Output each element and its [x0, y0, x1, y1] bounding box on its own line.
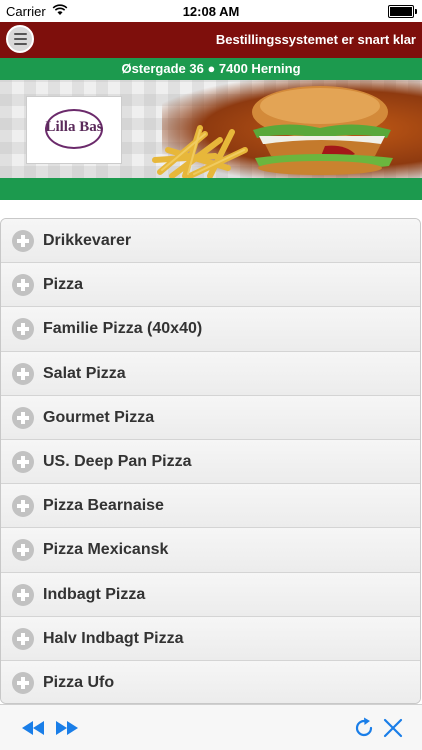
category-item[interactable]: Familie Pizza (40x40)	[1, 307, 420, 352]
clock: 12:08 AM	[182, 4, 240, 19]
category-item[interactable]: Pizza Mexicansk	[1, 528, 420, 573]
logo-text: Lilla Bas	[45, 119, 103, 135]
banner: Lilla Bas	[0, 80, 422, 178]
category-item[interactable]: Pizza	[1, 263, 420, 308]
status-bar: Carrier 12:08 AM	[0, 0, 422, 22]
address-bar: Østergade 36 ● 7400 Herning	[0, 58, 422, 80]
reload-icon[interactable]	[352, 716, 376, 740]
category-label: Familie Pizza (40x40)	[43, 320, 203, 338]
category-list: Drikkevarer Pizza Familie Pizza (40x40) …	[0, 218, 421, 704]
plus-circle-icon[interactable]	[12, 671, 34, 694]
restaurant-logo: Lilla Bas	[26, 96, 122, 164]
category-item[interactable]: Indbagt Pizza	[1, 572, 420, 617]
plus-circle-icon[interactable]	[12, 230, 34, 252]
hamburger-menu-icon[interactable]	[6, 25, 34, 53]
plus-circle-icon[interactable]	[12, 318, 34, 341]
category-item[interactable]: US. Deep Pan Pizza	[1, 439, 420, 485]
header-title: Bestillingssystemet er snart klar	[215, 32, 416, 47]
category-label: Pizza Bearnaise	[43, 497, 164, 515]
category-item[interactable]: Pizza Ufo	[1, 660, 420, 703]
category-label: Indbagt Pizza	[43, 585, 146, 603]
banner-green-strip	[0, 178, 422, 200]
category-item[interactable]: Gourmet Pizza	[1, 395, 420, 440]
rewind-icon[interactable]	[20, 718, 46, 738]
category-label: Halv Indbagt Pizza	[43, 629, 184, 647]
plus-circle-icon[interactable]	[12, 627, 34, 650]
category-label: Gourmet Pizza	[43, 408, 155, 426]
category-item[interactable]: Salat Pizza	[1, 351, 420, 396]
plus-circle-icon[interactable]	[12, 539, 34, 562]
battery-icon	[388, 5, 417, 18]
category-item[interactable]: Drikkevarer	[1, 219, 420, 264]
category-label: Drikkevarer	[43, 232, 132, 249]
category-label: Pizza Ufo	[43, 673, 115, 691]
plus-circle-icon[interactable]	[12, 406, 34, 429]
close-icon[interactable]	[382, 717, 404, 739]
burger-image	[252, 86, 393, 175]
category-label: Salat Pizza	[43, 364, 126, 382]
fast-forward-icon[interactable]	[54, 718, 80, 738]
plus-circle-icon[interactable]	[12, 362, 34, 385]
category-label: Pizza Mexicansk	[43, 541, 169, 559]
plus-circle-icon[interactable]	[12, 495, 34, 518]
category-item[interactable]: Halv Indbagt Pizza	[1, 616, 420, 661]
plus-circle-icon[interactable]	[12, 274, 34, 297]
app-header: Bestillingssystemet er snart klar	[0, 22, 422, 58]
plus-circle-icon[interactable]	[12, 450, 34, 473]
category-label: Pizza	[43, 276, 84, 294]
plus-circle-icon[interactable]	[12, 583, 34, 606]
bottom-toolbar	[0, 704, 422, 750]
category-label: US. Deep Pan Pizza	[43, 452, 192, 470]
category-item[interactable]: Pizza Bearnaise	[1, 484, 420, 529]
